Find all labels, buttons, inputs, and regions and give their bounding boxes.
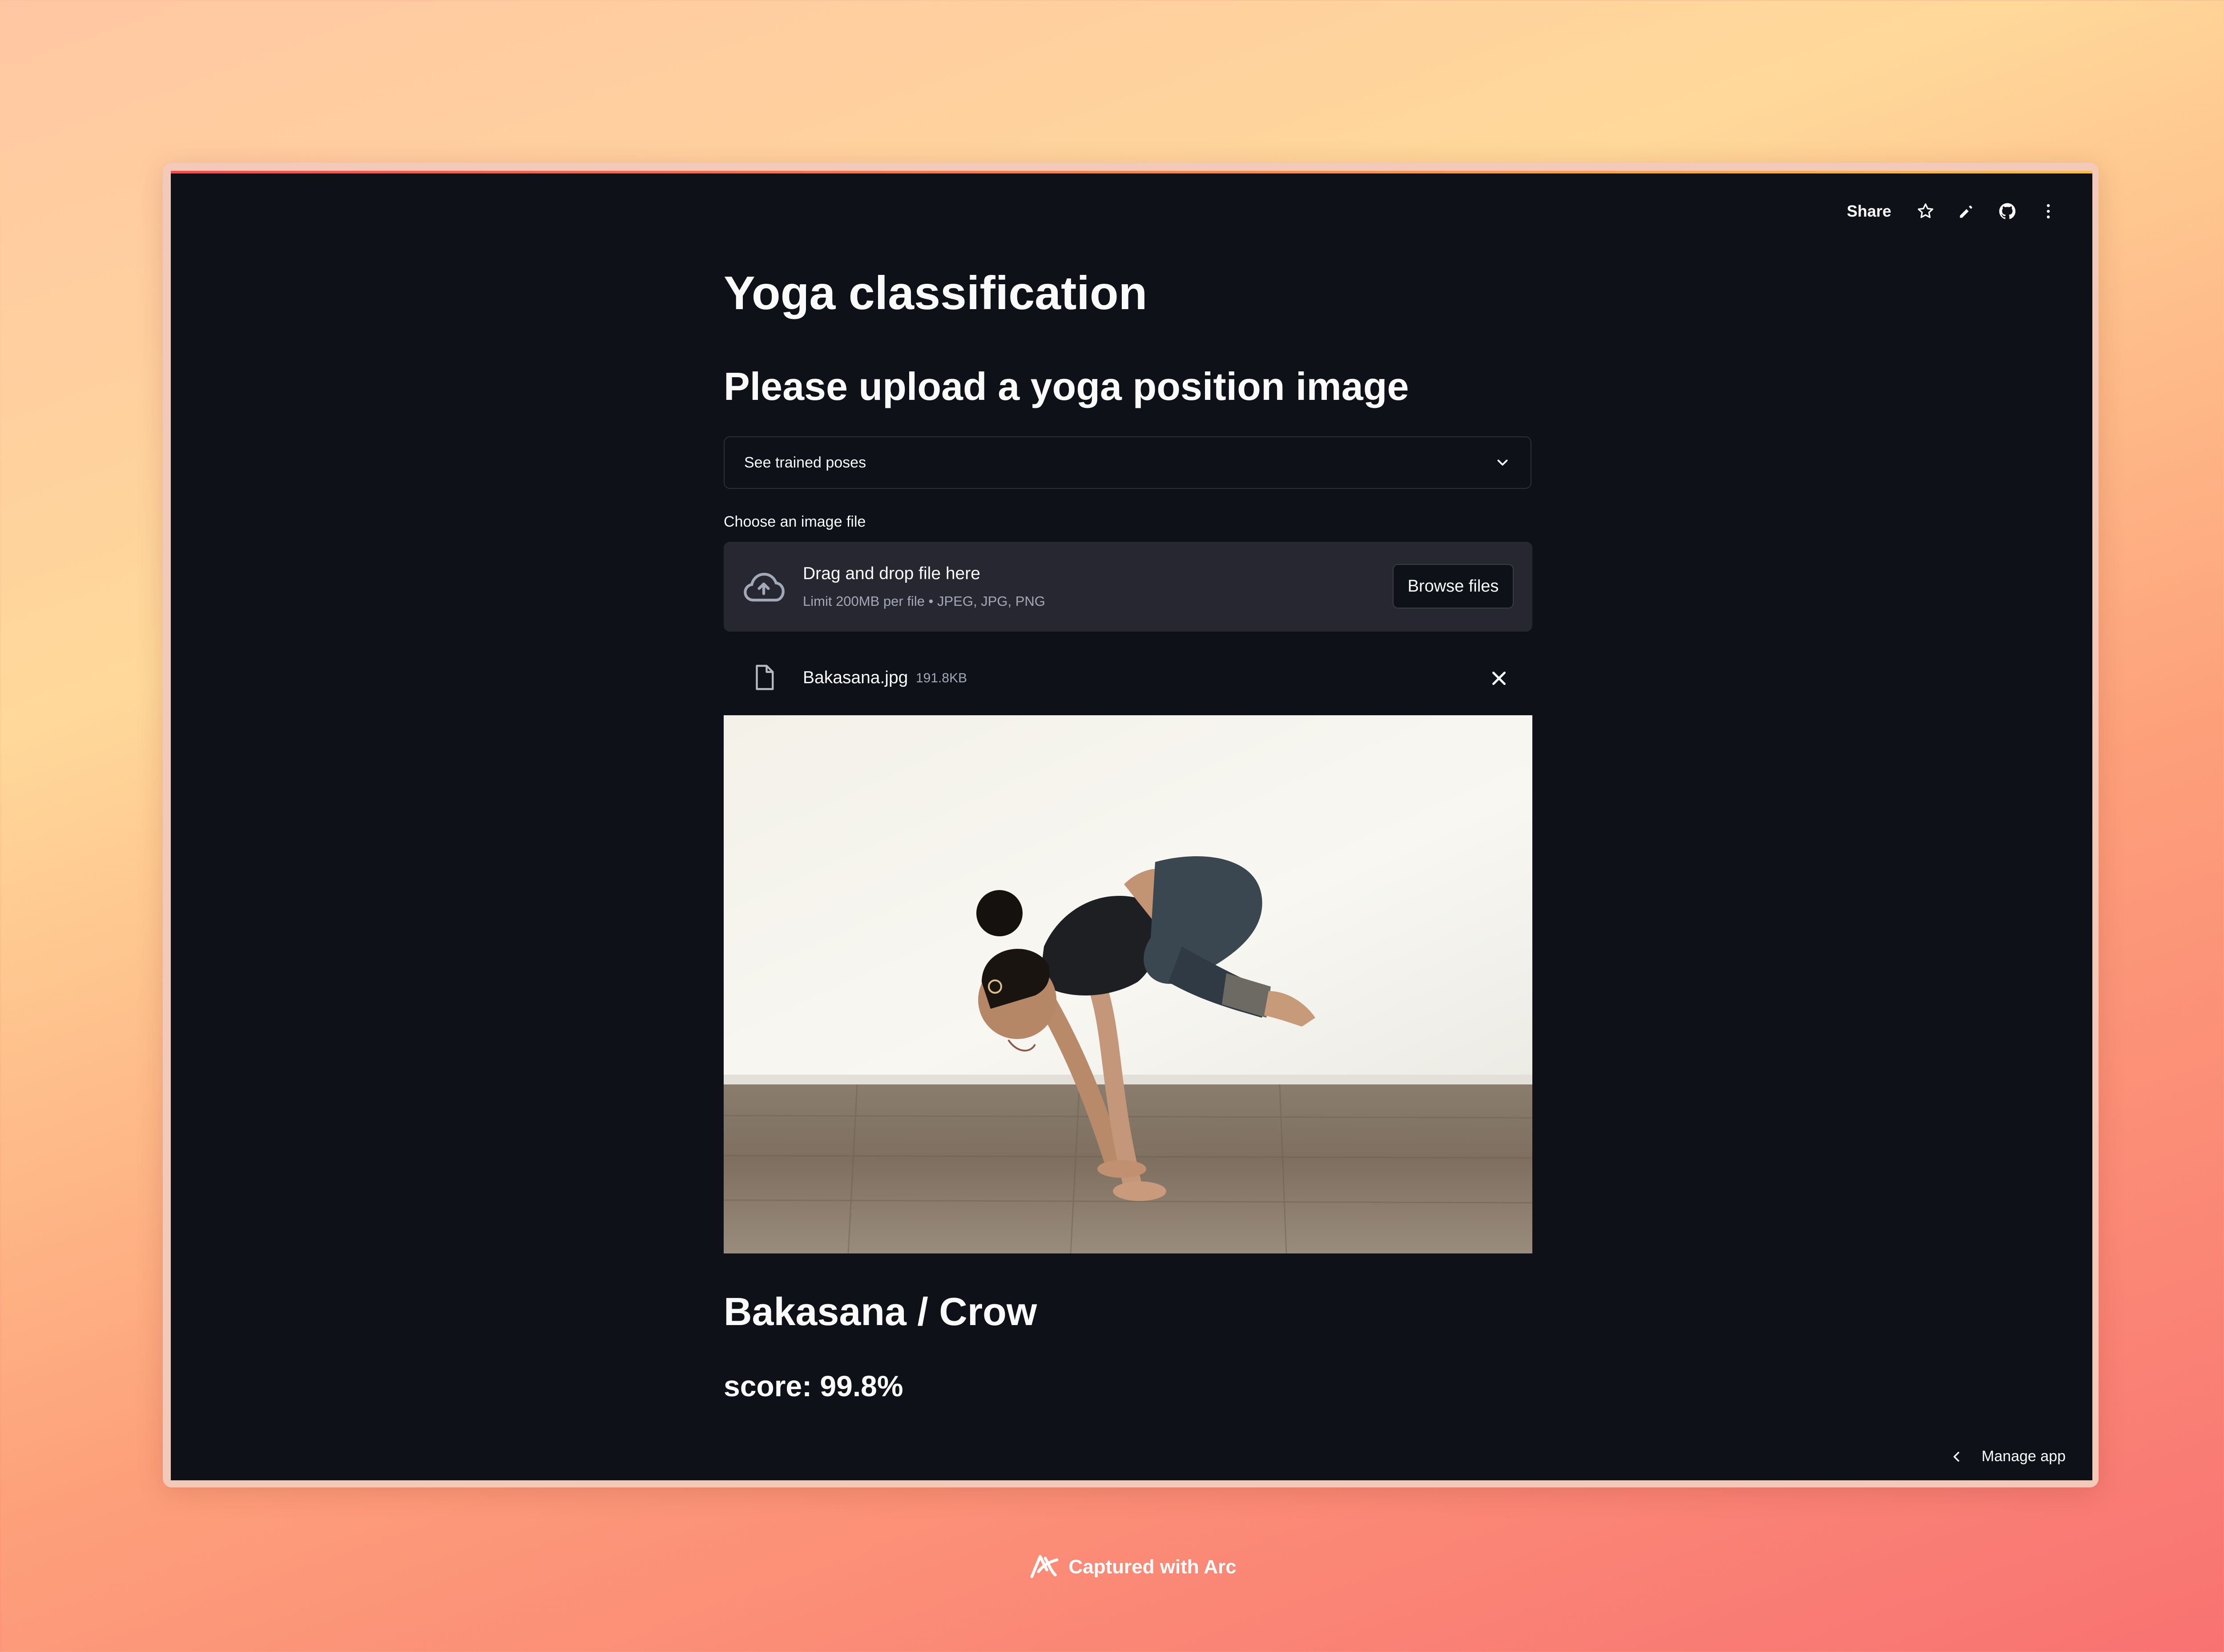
- pencil-icon[interactable]: [1954, 198, 1979, 224]
- uploader-label: Choose an image file: [724, 513, 866, 530]
- github-icon[interactable]: [1994, 198, 2020, 224]
- dropzone-limit-hint: Limit 200MB per file • JPEG, JPG, PNG: [803, 593, 1045, 609]
- more-vertical-icon[interactable]: [2035, 198, 2061, 224]
- uploaded-file-name: Bakasana.jpg: [803, 668, 908, 687]
- uploaded-yoga-image: [724, 715, 1532, 1253]
- capture-footer-text: Captured with Arc: [1068, 1555, 1237, 1578]
- expander-label: See trained poses: [744, 454, 866, 471]
- app-decoration-bar: [171, 171, 2092, 173]
- star-icon[interactable]: [1913, 198, 1938, 224]
- page-title: Yoga classification: [724, 267, 1148, 319]
- cloud-upload-icon: [741, 565, 786, 609]
- chevron-left-icon: [1953, 1451, 1959, 1462]
- capture-footer: Captured with Arc: [0, 1551, 2224, 1582]
- file-dropzone[interactable]: Drag and drop file here Limit 200MB per …: [724, 542, 1532, 632]
- arc-logo-icon: [1027, 1551, 1060, 1582]
- app-window: Share Yoga classification Please upload …: [171, 171, 2092, 1480]
- manage-app-label: Manage app: [1981, 1448, 2066, 1465]
- share-button[interactable]: Share: [1841, 197, 1898, 225]
- dropzone-instructions: Drag and drop file here Limit 200MB per …: [803, 562, 1045, 611]
- uploaded-file-size: 191.8KB: [916, 671, 967, 685]
- remove-file-button[interactable]: [1488, 667, 1510, 689]
- predicted-pose: Bakasana / Crow: [724, 1289, 1037, 1334]
- trained-poses-expander[interactable]: See trained poses: [724, 436, 1531, 489]
- dropzone-title: Drag and drop file here: [803, 564, 980, 583]
- file-icon: [749, 663, 779, 692]
- page-subtitle: Please upload a yoga position image: [724, 364, 1409, 408]
- app-toolbar: Share: [1841, 197, 2061, 225]
- prediction-score: score: 99.8%: [724, 1370, 903, 1402]
- chevron-down-icon: [1497, 459, 1508, 466]
- uploaded-file-row: Bakasana.jpg 191.8KB: [724, 651, 1532, 705]
- browse-files-button[interactable]: Browse files: [1393, 564, 1514, 608]
- manage-app-button[interactable]: Manage app: [1950, 1448, 2066, 1465]
- close-icon: [1492, 672, 1506, 685]
